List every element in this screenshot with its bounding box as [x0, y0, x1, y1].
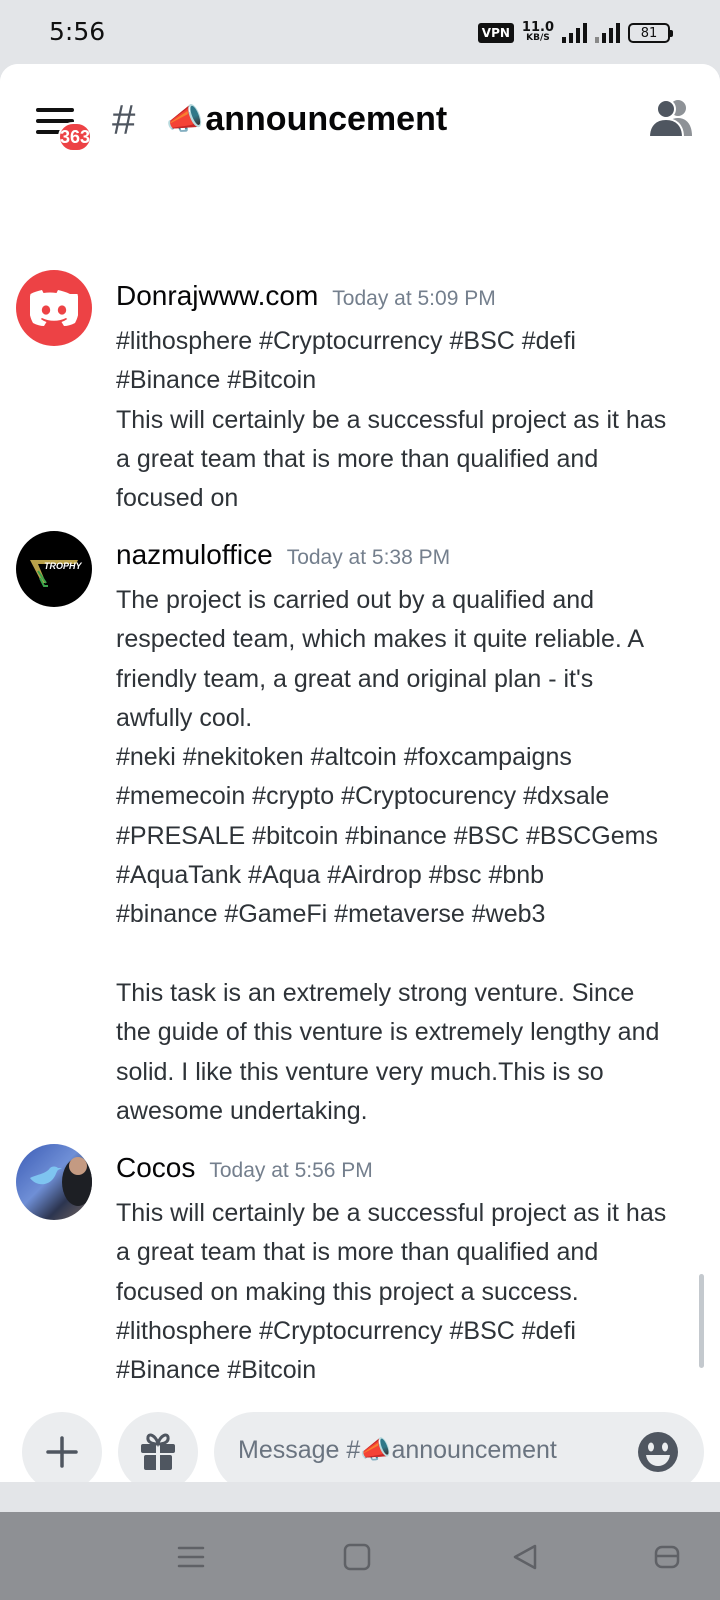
message-text-line: #lithosphere #Cryptocurrency #BSC #defi [116, 1316, 576, 1345]
message-text-line: This task is an extremely strong venture… [116, 978, 635, 1007]
network-speed: 11.0 KB/S [521, 20, 554, 44]
vpn-indicator: VPN [477, 23, 514, 43]
message-text-line: #lithosphere #Cryptocurrency #BSC #defi [116, 327, 576, 355]
message-text-line: #PRESALE #bitcoin #binance #BSC #BSCGems [116, 821, 658, 850]
emoji-icon[interactable] [636, 1430, 680, 1474]
message-text-line: This will certainly be a successful proj… [116, 405, 667, 434]
message-timestamp: Today at 5:56 PM [209, 1159, 373, 1182]
channel-name: announcement [205, 100, 448, 138]
message-body: #lithosphere #Cryptocurrency #BSC #defi … [116, 322, 706, 518]
message-timestamp: Today at 5:38 PM [286, 546, 451, 569]
message-text-line: #Binance #Bitcoin [116, 366, 317, 395]
message-text-line: #memecoin #crypto #Cryptocurency #dxsale [116, 782, 610, 811]
members-icon[interactable] [647, 98, 694, 138]
megaphone-icon: 📣 [166, 103, 204, 136]
message-text-line: friendly team, a great and original plan… [116, 664, 594, 693]
message-text-line: focused on [116, 484, 239, 513]
message-text-line: respected team, which makes it quite rel… [116, 625, 645, 654]
channel-view: 363 # 📣 announcement #bnb #binance #Game… [0, 64, 720, 1482]
message-text-line: The project is carried out by a qualifie… [116, 586, 595, 614]
message-composer: Message #📣announcement [0, 1382, 720, 1482]
status-time: 5:56 [49, 17, 106, 46]
message-text-line: awesome undertaking. [116, 1096, 368, 1125]
status-bar: 5:56 VPN 11.0 KB/S 81 [0, 0, 720, 64]
message-text-line: #binance #GameFi #metaverse #web3 [116, 900, 546, 929]
message-author[interactable]: nazmuloffice [116, 539, 273, 571]
home-icon[interactable] [342, 1542, 372, 1572]
status-icons: VPN 11.0 KB/S 81 [477, 20, 673, 46]
message-body: The project is carried out by a qualifie… [116, 581, 706, 1131]
message-text-line: #neki #nekitoken #altcoin #foxcampaigns [116, 743, 572, 772]
message-author[interactable]: Donrajwww.com [116, 280, 318, 312]
battery-level: 81 [640, 25, 658, 41]
scrollbar[interactable] [699, 1274, 704, 1368]
network-speed-unit: KB/S [526, 33, 550, 43]
signal-strength-2-icon [595, 23, 620, 43]
discord-logo-icon [30, 290, 78, 326]
message-text-line: This will certainly be a successful proj… [116, 1199, 667, 1227]
message-text-line: a great team that is more than qualified… [116, 1238, 599, 1267]
message-text-line: focused on making this project a success… [116, 1277, 579, 1306]
back-icon[interactable] [510, 1542, 540, 1572]
message-text-line: the guide of this venture is extremely l… [116, 1018, 660, 1047]
unread-badge: 363 [58, 122, 92, 152]
message-input-placeholder: Message #📣announcement [238, 1436, 557, 1465]
message-text-line: awfully cool. [116, 703, 253, 732]
trophy-logo-text: TROPHY [44, 561, 83, 571]
message-header: Donrajwww.com Today at 5:09 PM [116, 280, 496, 312]
system-navigation-bar [0, 1512, 720, 1600]
message-text-line: #AquaTank #Aqua #Airdrop #bsc #bnb [116, 861, 545, 890]
placeholder-prefix: Message # [238, 1436, 361, 1464]
message-author[interactable]: Cocos [116, 1152, 195, 1184]
recent-apps-icon[interactable] [176, 1542, 206, 1572]
message-text-line: #Binance #Bitcoin [116, 1356, 317, 1382]
network-speed-value: 11.0 [521, 20, 554, 35]
trophy-logo: TROPHY [30, 560, 83, 587]
message-input[interactable]: Message #📣announcement [214, 1412, 704, 1482]
channel-header: 363 # 📣 announcement [0, 64, 720, 174]
assistant-icon[interactable] [652, 1542, 682, 1572]
channel-title[interactable]: 📣 announcement [166, 100, 447, 139]
avatar[interactable]: TROPHY [16, 531, 92, 607]
message-text-line: a great team that is more than qualified… [116, 444, 599, 473]
battery-icon: 81 [628, 23, 673, 43]
avatar[interactable] [16, 1144, 92, 1220]
avatar[interactable] [16, 270, 92, 346]
message-list[interactable]: #bnb #binance #GameFi #metaverse #web3 D… [0, 162, 720, 1382]
megaphone-icon: 📣 [360, 1436, 392, 1464]
signal-strength-icon [562, 23, 587, 43]
hash-icon: # [112, 96, 136, 143]
message-header: Cocos Today at 5:56 PM [116, 1152, 373, 1184]
message-text-line: solid. I like this venture very much.Thi… [116, 1057, 604, 1086]
gift-icon[interactable] [118, 1412, 198, 1482]
plus-icon[interactable] [22, 1412, 102, 1482]
message-body: This will certainly be a successful proj… [116, 1194, 706, 1382]
message-timestamp: Today at 5:09 PM [332, 287, 496, 310]
bird-icon [30, 1157, 92, 1206]
message-header: nazmuloffice Today at 5:38 PM [116, 539, 450, 571]
placeholder-channel: announcement [391, 1436, 557, 1464]
